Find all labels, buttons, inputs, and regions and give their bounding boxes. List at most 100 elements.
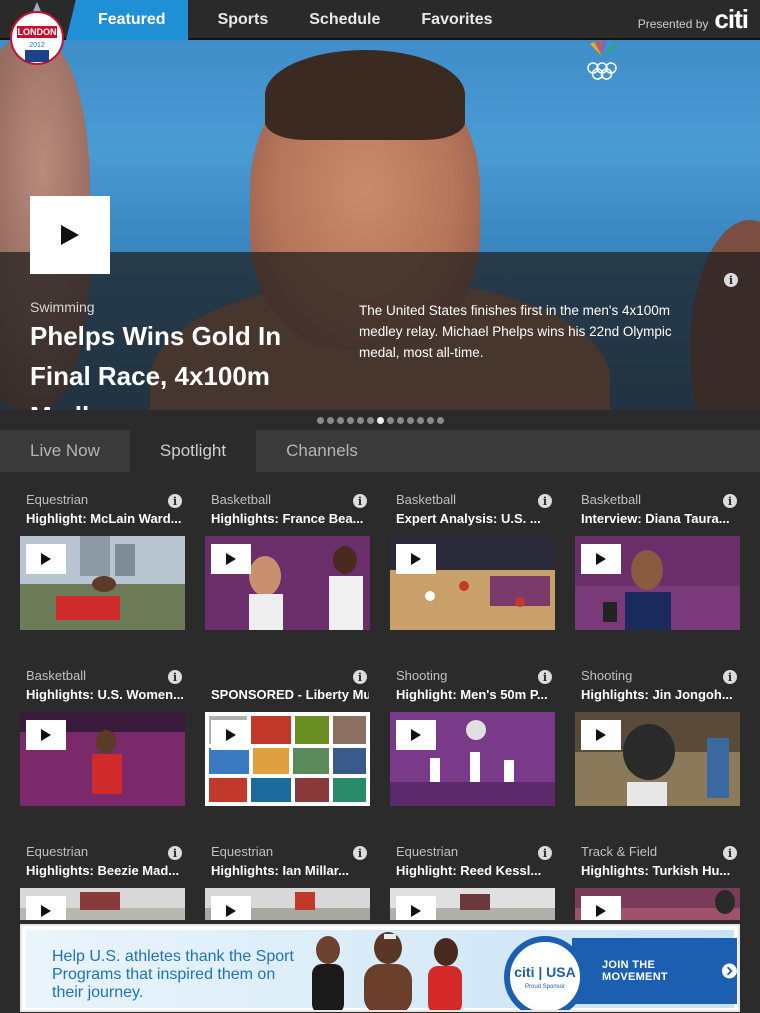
video-title[interactable]: Highlights: Beezie Mad... [26,863,184,878]
video-thumbnail[interactable] [390,712,555,806]
video-thumbnail[interactable] [20,712,185,806]
citi-logo: citi [714,4,749,34]
video-thumbnail[interactable] [575,888,740,920]
carousel-dot[interactable] [406,416,414,424]
video-thumbnail[interactable] [575,536,740,630]
tab-sports[interactable]: Sports [198,0,289,40]
video-title[interactable]: Highlights: Ian Millar... [211,863,369,878]
tab-favorites[interactable]: Favorites [401,0,512,40]
video-title[interactable]: Highlight: McLain Ward... [26,511,184,526]
carousel-pagination[interactable] [0,410,760,430]
tab-live-now[interactable]: Live Now [0,430,130,472]
video-category: Basketball [581,492,641,507]
play-button[interactable] [26,896,66,920]
play-button[interactable] [26,544,66,574]
play-button[interactable] [396,544,436,574]
video-title[interactable]: SPONSORED - Liberty Mu... [211,687,369,702]
hero-banner[interactable]: i Swimming Phelps Wins Gold In Final Rac… [0,40,760,410]
video-title[interactable]: Highlights: U.S. Women... [26,687,184,702]
info-icon[interactable]: i [723,670,737,684]
hero-play-button[interactable] [30,196,110,274]
play-button[interactable] [581,720,621,750]
carousel-dot[interactable] [326,416,334,424]
info-icon[interactable]: i [353,494,367,508]
video-card[interactable]: Equestrian i Highlight: McLain Ward... [20,472,186,632]
play-button[interactable] [26,720,66,750]
video-title[interactable]: Highlight: Reed Kessl... [396,863,554,878]
video-card[interactable]: Equestrian i Highlights: Ian Millar... [205,824,371,920]
info-icon[interactable]: i [168,846,182,860]
carousel-dot[interactable] [356,416,364,424]
citi-advertisement[interactable]: Help U.S. athletes thank the Sport Progr… [20,924,740,1012]
play-button[interactable] [581,544,621,574]
video-thumbnail[interactable] [205,888,370,920]
info-icon[interactable]: i [538,494,552,508]
video-thumbnail[interactable] [20,536,185,630]
chevron-right-icon [722,963,737,979]
hero-info-icon[interactable]: i [724,273,738,287]
video-card[interactable]: i SPONSORED - Liberty Mu... [205,648,371,808]
info-icon[interactable]: i [168,494,182,508]
info-icon[interactable]: i [723,846,737,860]
video-thumbnail[interactable] [390,536,555,630]
video-card[interactable]: Basketball i Interview: Diana Taura... [575,472,741,632]
video-title[interactable]: Interview: Diana Taura... [581,511,739,526]
info-icon[interactable]: i [168,670,182,684]
video-title[interactable]: Expert Analysis: U.S. ... [396,511,554,526]
video-title[interactable]: Highlights: France Bea... [211,511,369,526]
join-movement-button[interactable]: JOIN THE MOVEMENT [572,938,737,1004]
video-thumbnail[interactable] [20,888,185,920]
carousel-dot[interactable] [416,416,424,424]
ad-background: Help U.S. athletes thank the Sport Progr… [26,930,737,1010]
video-title[interactable]: Highlights: Jin Jongoh... [581,687,739,702]
video-category: Shooting [396,668,448,683]
video-thumbnail[interactable] [575,712,740,806]
play-button[interactable] [581,896,621,920]
video-card[interactable]: Equestrian i Highlights: Beezie Mad... [20,824,186,920]
video-card[interactable]: Shooting i Highlights: Jin Jongoh... [575,648,741,808]
video-thumbnail[interactable] [205,712,370,806]
play-button[interactable] [211,896,251,920]
video-category: Equestrian [396,844,459,859]
carousel-dot[interactable] [396,416,404,424]
play-button[interactable] [211,720,251,750]
carousel-dot[interactable] [386,416,394,424]
top-bar: Featured Sports Schedule Favorites Prese… [0,0,760,40]
carousel-dot[interactable] [316,416,324,424]
carousel-dot[interactable] [366,416,374,424]
carousel-dot[interactable] [336,416,344,424]
play-icon [226,553,236,565]
video-card[interactable]: Shooting i Highlight: Men's 50m P... [390,648,556,808]
play-button[interactable] [396,896,436,920]
carousel-dot[interactable] [376,416,384,424]
info-icon[interactable]: i [538,670,552,684]
carousel-dot[interactable] [346,416,354,424]
play-icon [596,729,606,741]
info-icon[interactable]: i [723,494,737,508]
tab-channels[interactable]: Channels [256,430,388,472]
ad-text: Help U.S. athletes thank the Sport Progr… [52,948,294,1001]
video-card[interactable]: Equestrian i Highlight: Reed Kessl... [390,824,556,920]
tab-schedule[interactable]: Schedule [288,0,401,40]
carousel-dot[interactable] [436,416,444,424]
info-icon[interactable]: i [353,846,367,860]
presented-by-label: Presented by [637,16,709,31]
play-icon [41,553,51,565]
hero-title[interactable]: Phelps Wins Gold In Final Race, 4x100m M… [30,316,330,410]
video-thumbnail[interactable] [390,888,555,920]
video-card[interactable]: Track & Field i Highlights: Turkish Hu... [575,824,741,920]
play-button[interactable] [396,720,436,750]
video-thumbnail[interactable] [205,536,370,630]
tab-spotlight[interactable]: Spotlight [129,430,257,472]
video-title[interactable]: Highlight: Men's 50m P... [396,687,554,702]
play-button[interactable] [211,544,251,574]
tab-featured[interactable]: Featured [66,0,198,40]
video-title[interactable]: Highlights: Turkish Hu... [581,863,739,878]
london-2012-logo[interactable]: LONDON 2012 [6,0,68,76]
video-card[interactable]: Basketball i Expert Analysis: U.S. ... [390,472,556,632]
info-icon[interactable]: i [538,846,552,860]
video-card[interactable]: Basketball i Highlights: France Bea... [205,472,371,632]
carousel-dot[interactable] [426,416,434,424]
info-icon[interactable]: i [353,670,367,684]
video-card[interactable]: Basketball i Highlights: U.S. Women... [20,648,186,808]
